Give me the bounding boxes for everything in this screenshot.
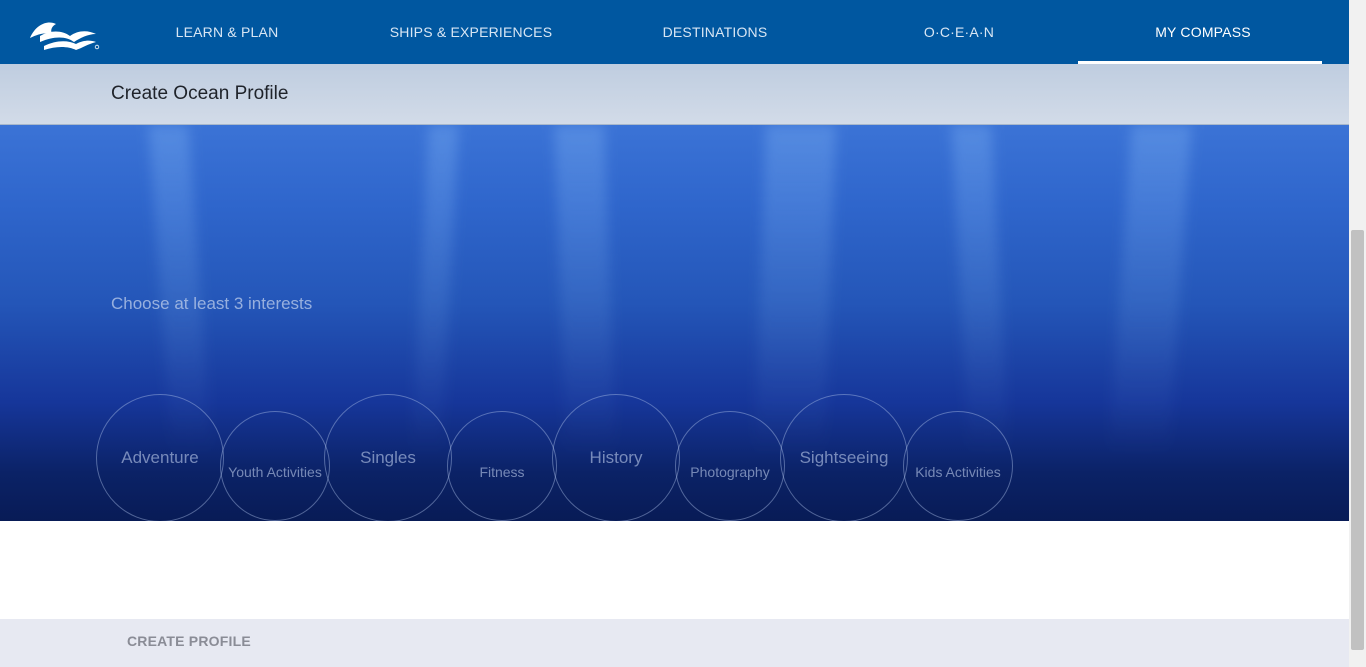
nav-ocean[interactable]: O·C·E·A·N	[879, 0, 1039, 64]
footer-bar: CREATE PROFILE	[0, 619, 1349, 667]
page: LEARN & PLAN SHIPS & EXPERIENCES DESTINA…	[0, 0, 1366, 667]
interest-adventure[interactable]: Adventure	[96, 394, 224, 521]
scrollbar[interactable]	[1349, 0, 1366, 667]
light-ray	[1108, 125, 1192, 455]
interest-kids-activities[interactable]: Kids Activities	[903, 411, 1013, 521]
sub-header: Create Ocean Profile	[0, 64, 1349, 125]
interests-prompt: Choose at least 3 interests	[111, 294, 313, 313]
interest-history[interactable]: History	[552, 394, 680, 521]
scrollbar-thumb[interactable]	[1351, 230, 1364, 650]
interest-singles[interactable]: Singles	[324, 394, 452, 521]
create-profile-button[interactable]: CREATE PROFILE	[127, 633, 251, 649]
ocean-hero: Choose at least 3 interests Adventure Yo…	[0, 125, 1349, 521]
interest-fitness[interactable]: Fitness	[447, 411, 557, 521]
interest-sightseeing[interactable]: Sightseeing	[780, 394, 908, 521]
interest-photography[interactable]: Photography	[675, 411, 785, 521]
interest-youth-activities[interactable]: Youth Activities	[220, 411, 330, 521]
page-title: Create Ocean Profile	[111, 83, 289, 104]
top-navigation: LEARN & PLAN SHIPS & EXPERIENCES DESTINA…	[0, 0, 1349, 64]
nav-ships-experiences[interactable]: SHIPS & EXPERIENCES	[371, 0, 571, 64]
light-ray	[951, 125, 1009, 455]
nav-my-compass[interactable]: MY COMPASS	[1078, 0, 1328, 64]
nav-destinations[interactable]: DESTINATIONS	[635, 0, 795, 64]
princess-logo-icon[interactable]	[26, 14, 102, 52]
nav-learn-plan[interactable]: LEARN & PLAN	[147, 0, 307, 64]
